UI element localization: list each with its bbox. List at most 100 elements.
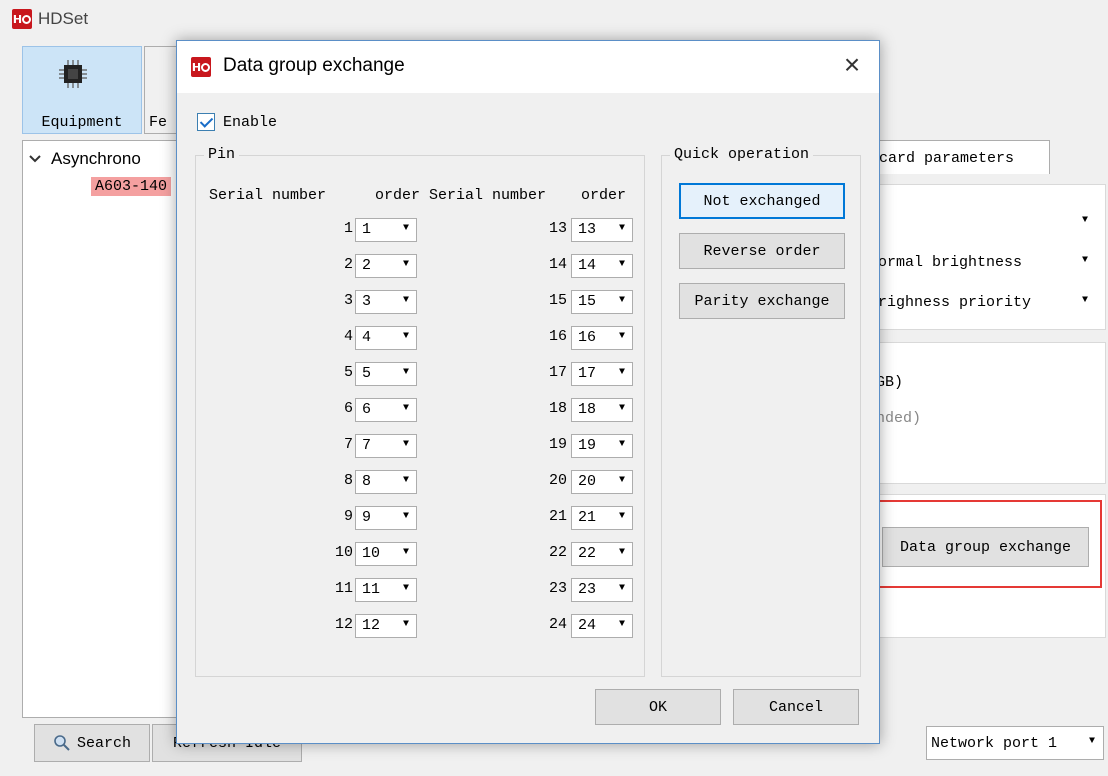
- tab-card-parameters[interactable]: card parameters: [870, 140, 1050, 174]
- pin-serial-number: 23: [548, 580, 567, 597]
- dropdown-arrow-icon: ▼: [1081, 295, 1088, 306]
- pin-order-select[interactable]: 3 ▼: [355, 290, 417, 314]
- color-order-text: GB): [876, 374, 904, 391]
- dropdown-arrow-icon: ▼: [402, 403, 409, 414]
- enable-label: Enable: [223, 113, 278, 131]
- chevron-down-icon[interactable]: [29, 154, 41, 164]
- pin-order-select[interactable]: 9 ▼: [355, 506, 417, 530]
- pin-order-value: 10: [362, 545, 381, 562]
- pin-serial-number: 15: [548, 292, 567, 309]
- pin-serial-number: 16: [548, 328, 567, 345]
- pin-serial-number: 11: [334, 580, 353, 597]
- equipment-button[interactable]: Equipment: [22, 46, 142, 134]
- dropdown-arrow-icon: ▼: [618, 331, 625, 342]
- dropdown-arrow-icon: ▼: [618, 259, 625, 270]
- enable-checkbox[interactable]: [197, 113, 215, 131]
- col-header-order-1: order: [375, 187, 421, 204]
- dropdown-arrow-icon: ▼: [1081, 215, 1088, 226]
- dropdown-arrow-icon: ▼: [402, 367, 409, 378]
- tree-child-item[interactable]: A603-140: [91, 177, 172, 196]
- pin-order-value: 4: [362, 329, 372, 346]
- pin-order-select[interactable]: 21 ▼: [571, 506, 633, 530]
- pin-order-select[interactable]: 5 ▼: [355, 362, 417, 386]
- brightness-mode-select[interactable]: ormal brightness ▼: [874, 250, 1096, 276]
- pin-order-select[interactable]: 6 ▼: [355, 398, 417, 422]
- dialog-title: Data group exchange: [223, 55, 405, 76]
- pin-order-select[interactable]: 18 ▼: [571, 398, 633, 422]
- pin-order-select[interactable]: 11 ▼: [355, 578, 417, 602]
- recommended-text: nded): [876, 410, 922, 427]
- pin-order-select[interactable]: 20 ▼: [571, 470, 633, 494]
- pin-serial-number: 22: [548, 544, 567, 561]
- dropdown-arrow-icon: ▼: [402, 331, 409, 342]
- pin-serial-number: 17: [548, 364, 567, 381]
- device-tree[interactable]: Asynchrono A603-140: [22, 140, 178, 718]
- pin-order-value: 19: [578, 437, 597, 454]
- param-select-1[interactable]: ▼: [874, 210, 1096, 236]
- pin-serial-number: 8: [343, 472, 353, 489]
- pin-order-value: 20: [578, 473, 597, 490]
- pin-order-value: 7: [362, 437, 372, 454]
- pin-order-value: 1: [362, 221, 372, 238]
- brightness-priority-select[interactable]: righness priority ▼: [874, 290, 1096, 316]
- ok-button[interactable]: OK: [595, 689, 721, 725]
- dropdown-arrow-icon: ▼: [618, 439, 625, 450]
- dropdown-arrow-icon: ▼: [618, 583, 625, 594]
- pin-order-value: 3: [362, 293, 372, 310]
- dropdown-arrow-icon: ▼: [1088, 736, 1095, 747]
- pin-serial-number: 4: [343, 328, 353, 345]
- pin-order-select[interactable]: 13 ▼: [571, 218, 633, 242]
- pin-order-select[interactable]: 4 ▼: [355, 326, 417, 350]
- dropdown-arrow-icon: ▼: [618, 403, 625, 414]
- pin-order-value: 9: [362, 509, 372, 526]
- pin-order-select[interactable]: 7 ▼: [355, 434, 417, 458]
- pin-order-select[interactable]: 19 ▼: [571, 434, 633, 458]
- dialog-title-bar[interactable]: H Data group exchange ×: [177, 41, 879, 93]
- data-group-exchange-button[interactable]: Data group exchange: [882, 527, 1089, 567]
- pin-serial-number: 10: [334, 544, 353, 561]
- equipment-label: Equipment: [41, 114, 123, 131]
- pin-order-select[interactable]: 23 ▼: [571, 578, 633, 602]
- pin-order-value: 16: [578, 329, 597, 346]
- close-icon[interactable]: ×: [839, 51, 865, 79]
- pin-order-select[interactable]: 14 ▼: [571, 254, 633, 278]
- pin-order-select[interactable]: 12 ▼: [355, 614, 417, 638]
- chip-icon: [59, 60, 87, 88]
- pin-order-select[interactable]: 10 ▼: [355, 542, 417, 566]
- pin-order-select[interactable]: 16 ▼: [571, 326, 633, 350]
- pin-order-select[interactable]: 15 ▼: [571, 290, 633, 314]
- reverse-order-button[interactable]: Reverse order: [679, 233, 845, 269]
- pin-order-value: 24: [578, 617, 597, 634]
- tree-root-item[interactable]: Asynchrono: [29, 149, 141, 169]
- pin-serial-number: 24: [548, 616, 567, 633]
- pin-serial-number: 9: [343, 508, 353, 525]
- pin-order-value: 15: [578, 293, 597, 310]
- pin-order-value: 11: [362, 581, 381, 598]
- dropdown-arrow-icon: ▼: [618, 223, 625, 234]
- pin-order-select[interactable]: 24 ▼: [571, 614, 633, 638]
- dropdown-arrow-icon: ▼: [402, 583, 409, 594]
- pin-order-select[interactable]: 22 ▼: [571, 542, 633, 566]
- pin-serial-number: 13: [548, 220, 567, 237]
- dropdown-arrow-icon: ▼: [402, 547, 409, 558]
- parity-exchange-button[interactable]: Parity exchange: [679, 283, 845, 319]
- dropdown-arrow-icon: ▼: [1081, 255, 1088, 266]
- pin-serial-number: 14: [548, 256, 567, 273]
- pin-order-select[interactable]: 2 ▼: [355, 254, 417, 278]
- pin-order-select[interactable]: 8 ▼: [355, 470, 417, 494]
- dropdown-arrow-icon: ▼: [618, 619, 625, 630]
- pin-order-value: 23: [578, 581, 597, 598]
- search-button[interactable]: Search: [34, 724, 150, 762]
- pin-serial-number: 19: [548, 436, 567, 453]
- pin-group-title: Pin: [204, 146, 240, 163]
- pin-order-value: 5: [362, 365, 372, 382]
- pin-order-select[interactable]: 17 ▼: [571, 362, 633, 386]
- enable-checkbox-row[interactable]: Enable: [197, 113, 277, 131]
- dropdown-arrow-icon: ▼: [402, 259, 409, 270]
- dropdown-arrow-icon: ▼: [402, 511, 409, 522]
- app-title-bar: H HDSet: [12, 6, 88, 32]
- not-exchanged-button[interactable]: Not exchanged: [679, 183, 845, 219]
- network-port-select[interactable]: Network port 1 ▼: [926, 726, 1104, 760]
- pin-order-select[interactable]: 1 ▼: [355, 218, 417, 242]
- cancel-button[interactable]: Cancel: [733, 689, 859, 725]
